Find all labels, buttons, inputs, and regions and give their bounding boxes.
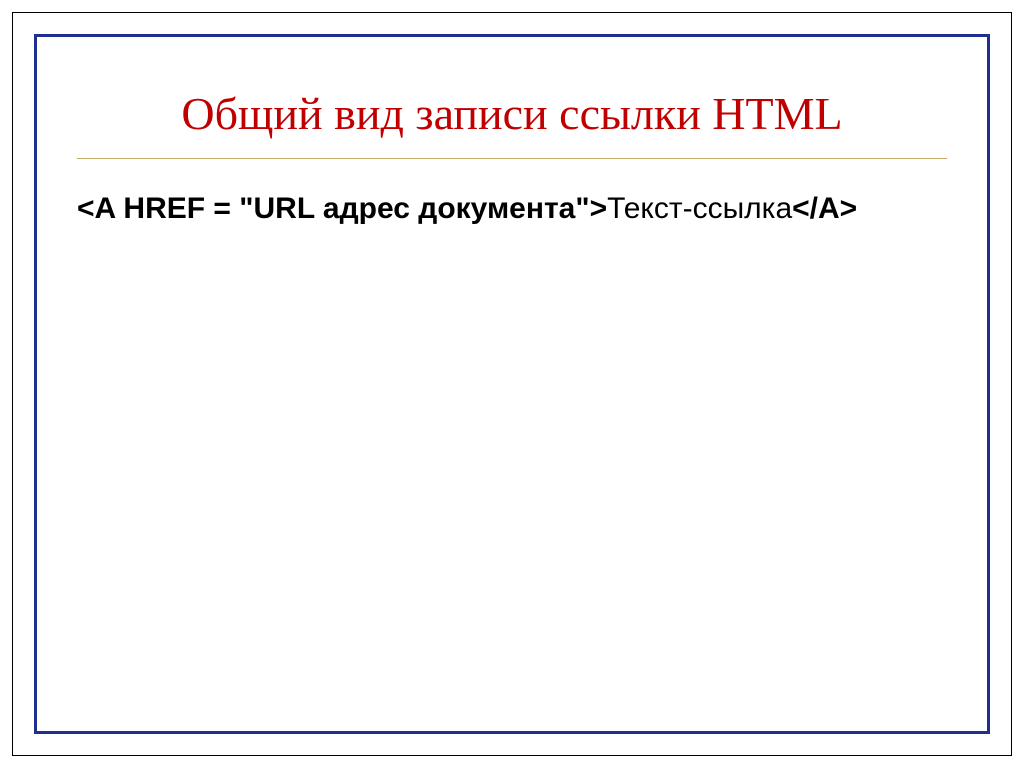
code-open-tag: <A HREF = "URL адрес документа"> bbox=[77, 192, 607, 225]
slide-title: Общий вид записи ссылки HTML bbox=[77, 87, 947, 159]
slide-outer-frame: Общий вид записи ссылки HTML <A HREF = "… bbox=[12, 12, 1012, 756]
slide-inner-frame: Общий вид записи ссылки HTML <A HREF = "… bbox=[34, 34, 990, 734]
slide-body: <A HREF = "URL адрес документа">Текст-сс… bbox=[77, 189, 947, 230]
code-link-text: Текст-ссылка bbox=[607, 192, 792, 225]
code-close-tag: </A> bbox=[792, 192, 857, 225]
